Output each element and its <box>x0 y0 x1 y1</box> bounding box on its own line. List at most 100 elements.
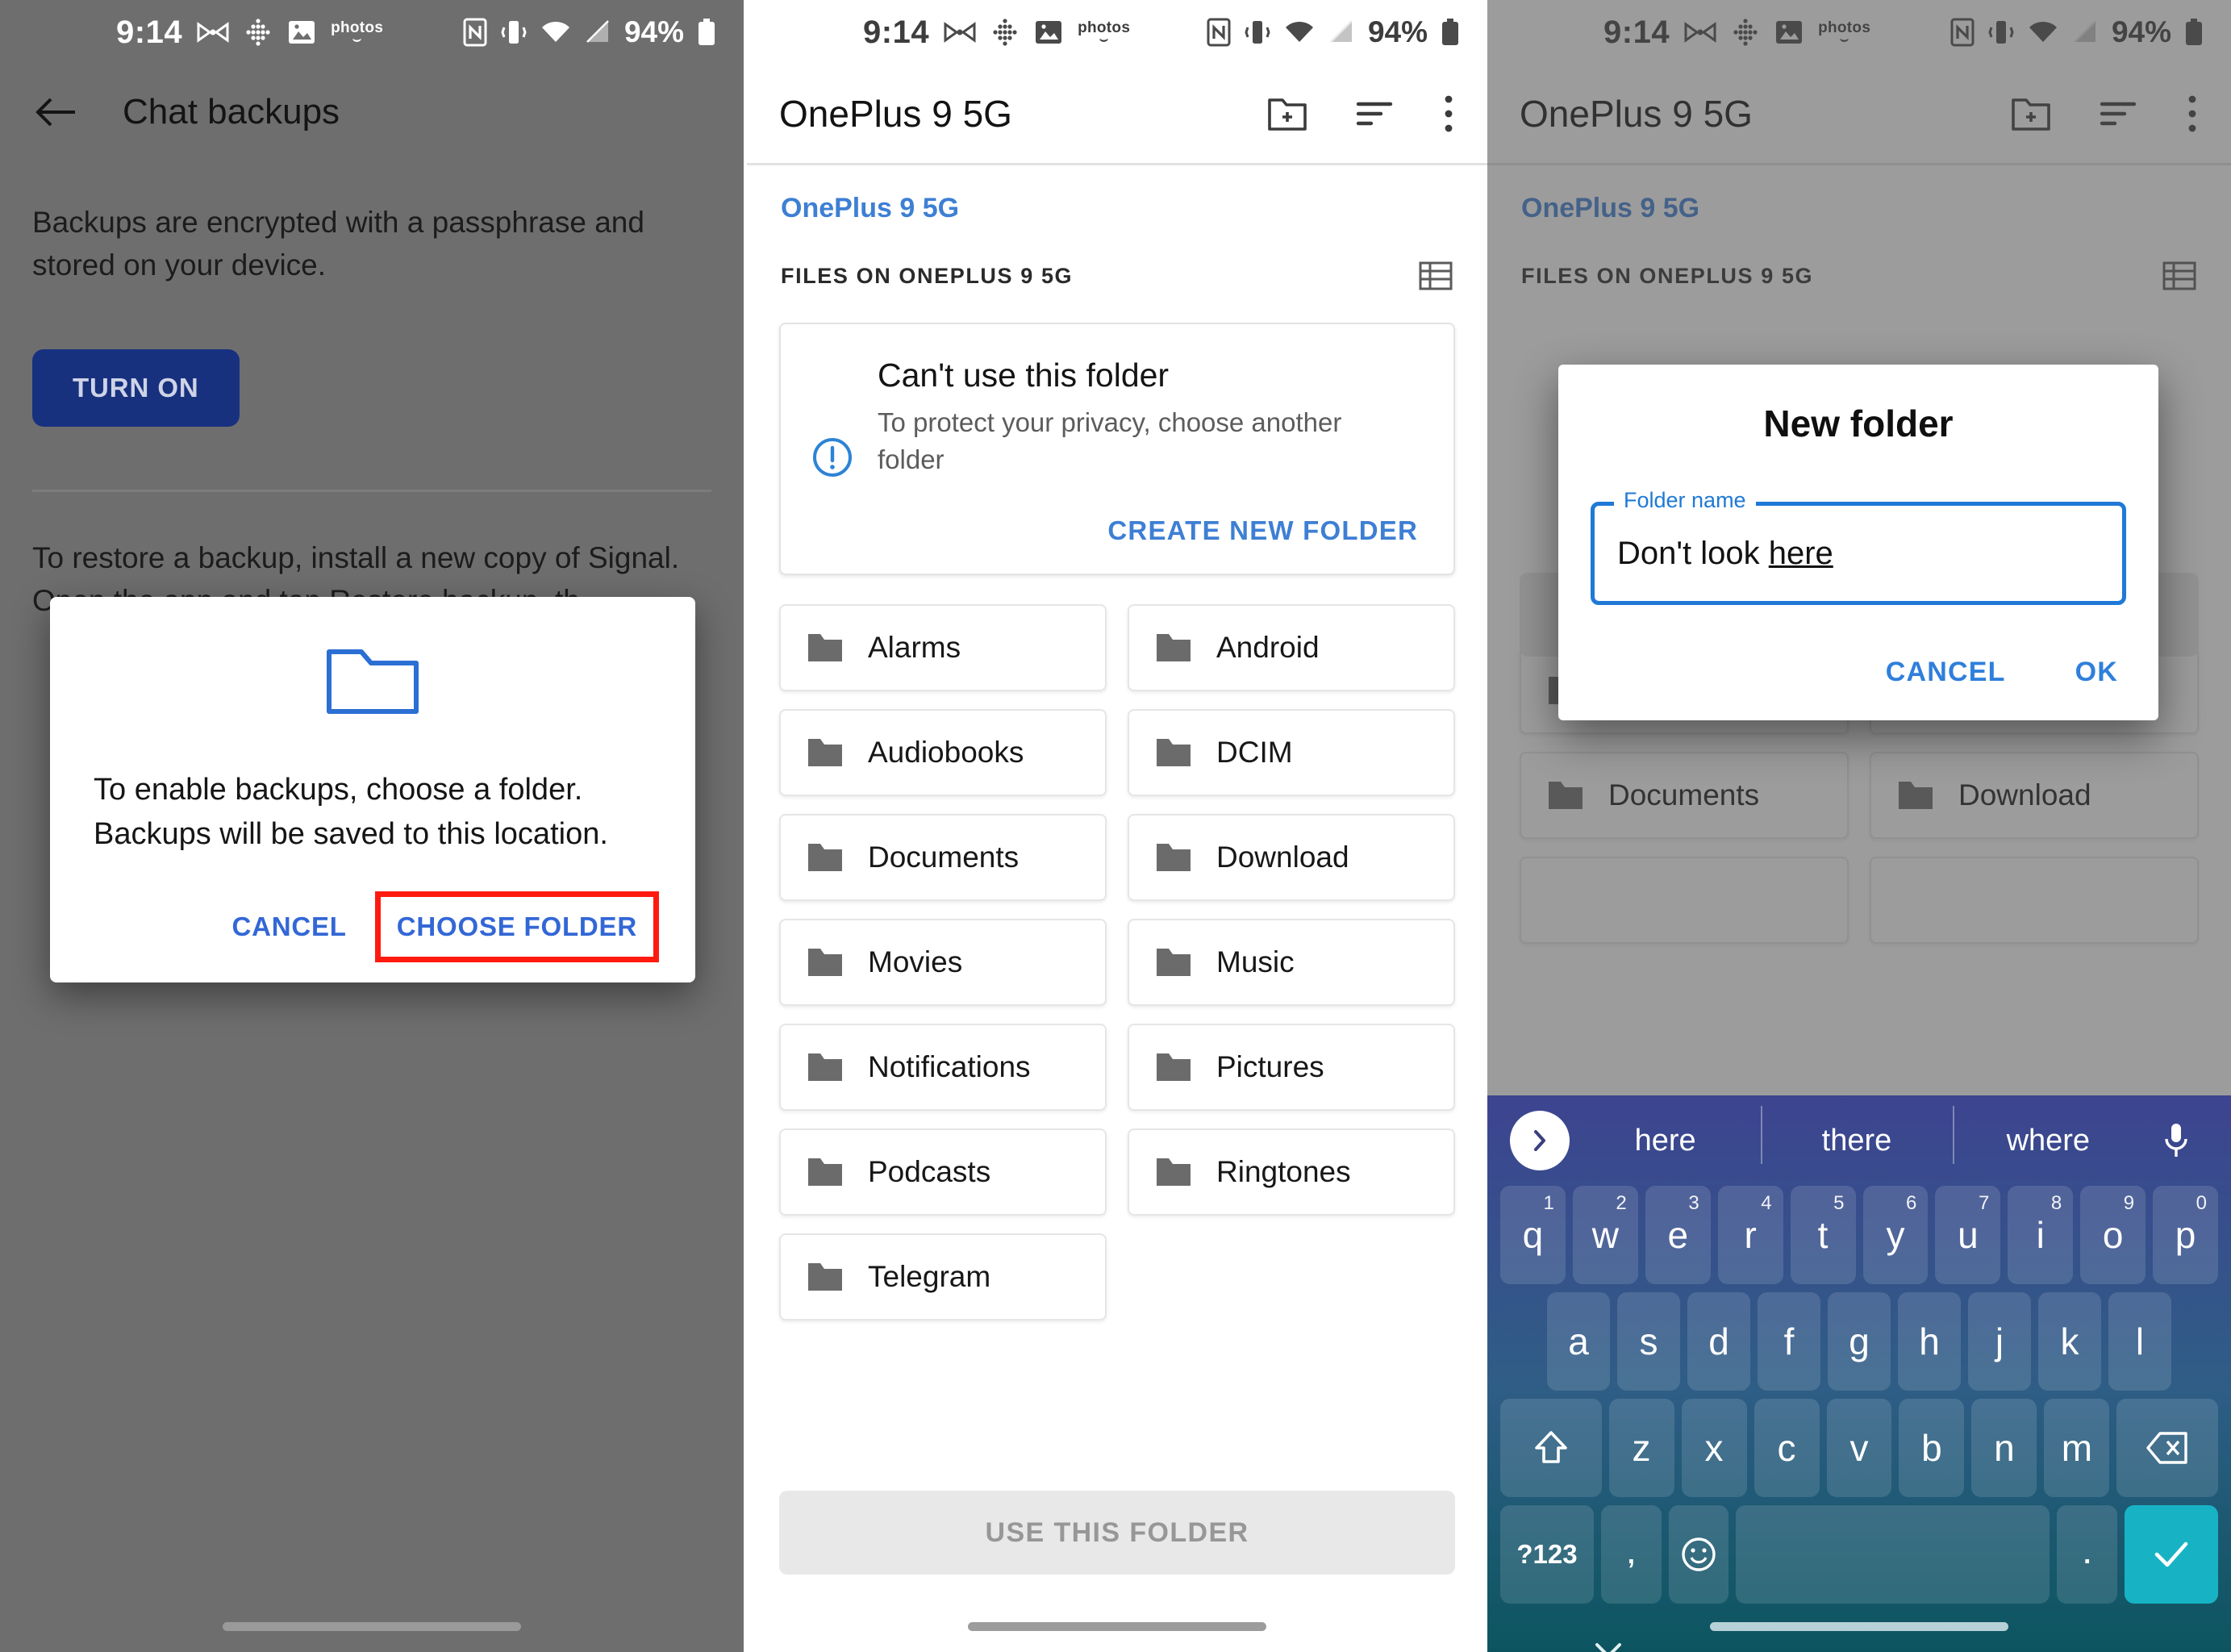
key-s[interactable]: s <box>1617 1292 1680 1391</box>
key-q[interactable]: 1q <box>1499 1186 1566 1284</box>
period-key[interactable]: . <box>2057 1505 2118 1604</box>
battery-icon <box>2184 18 2204 47</box>
new-folder-icon[interactable] <box>2010 95 2052 132</box>
folder-item[interactable]: Notifications <box>779 1024 1107 1112</box>
key-v[interactable]: v <box>1826 1399 1892 1497</box>
folder-item[interactable] <box>1520 857 1849 944</box>
symbols-key[interactable]: ?123 <box>1500 1505 1594 1604</box>
overflow-menu-icon[interactable] <box>1442 94 1455 134</box>
folder-label: Pictures <box>1216 1050 1324 1084</box>
dots-diamond-icon <box>244 18 273 47</box>
folder-item[interactable]: Telegram <box>779 1233 1107 1321</box>
key-m[interactable]: m <box>2044 1399 2110 1497</box>
key-a[interactable]: a <box>1547 1292 1610 1391</box>
folder-item[interactable]: Audiobooks <box>779 709 1107 797</box>
sort-icon[interactable] <box>2099 98 2139 130</box>
comma-key[interactable]: , <box>1600 1505 1662 1604</box>
choose-folder-button[interactable]: CHOOSE FOLDER <box>374 891 660 963</box>
key-d[interactable]: d <box>1687 1292 1750 1391</box>
check-icon[interactable] <box>2125 1505 2218 1604</box>
key-t[interactable]: 5t <box>1790 1186 1856 1284</box>
use-folder-bar: USE THIS FOLDER <box>747 1491 1487 1575</box>
cancel-button[interactable]: CANCEL <box>1878 647 2014 698</box>
nfc-icon <box>1207 18 1231 47</box>
key-b[interactable]: b <box>1899 1399 1965 1497</box>
files-section-header: FILES ON ONEPLUS 9 5G <box>781 263 1074 288</box>
key-f[interactable]: f <box>1758 1292 1820 1391</box>
sort-icon[interactable] <box>1355 98 1395 130</box>
wifi-icon <box>1284 19 1315 45</box>
key-w[interactable]: 2w <box>1572 1186 1638 1284</box>
breadcrumb[interactable]: OnePlus 9 5G <box>747 165 1487 232</box>
key-k[interactable]: k <box>2038 1292 2101 1391</box>
folder-item[interactable]: Movies <box>779 919 1107 1007</box>
folder-item[interactable]: Documents <box>779 814 1107 902</box>
folder-item[interactable]: Android <box>1128 604 1455 692</box>
overflow-menu-icon[interactable] <box>2186 94 2199 134</box>
folder-item[interactable]: Pictures <box>1128 1024 1455 1112</box>
folder-item[interactable]: Download <box>1128 814 1455 902</box>
folder-item[interactable] <box>1870 857 2199 944</box>
backup-description: Backups are encrypted with a passphrase … <box>32 206 644 282</box>
new-folder-icon[interactable] <box>1266 95 1308 132</box>
back-arrow-icon[interactable] <box>29 86 82 139</box>
key-j[interactable]: j <box>1968 1292 2031 1391</box>
wifi-icon <box>540 19 571 45</box>
create-new-folder-button[interactable]: CREATE NEW FOLDER <box>878 507 1423 553</box>
folder-label: Android <box>1216 631 1320 665</box>
folder-item[interactable]: Music <box>1128 919 1455 1007</box>
new-folder-dialog: New folder Folder name Don't look here C… <box>1558 365 2158 720</box>
status-bar-panel2: 9:14 photos ⌣ 94% <box>747 0 1487 65</box>
key-o[interactable]: 9o <box>2080 1186 2146 1284</box>
key-r[interactable]: 4r <box>1717 1186 1783 1284</box>
nfc-icon <box>1950 18 1975 47</box>
panel1-app-bar: Chat backups <box>0 65 744 160</box>
backspace-icon[interactable] <box>2116 1399 2218 1497</box>
folder-item[interactable]: Ringtones <box>1128 1128 1455 1216</box>
key-label: e <box>1667 1214 1689 1256</box>
folder-item[interactable]: Download <box>1870 752 2199 839</box>
key-e[interactable]: 3e <box>1645 1186 1711 1284</box>
folder-icon <box>1547 780 1584 811</box>
space-key[interactable] <box>1736 1505 2050 1604</box>
key-u[interactable]: 7u <box>1935 1186 2001 1284</box>
chevron-right-icon[interactable] <box>1510 1111 1570 1170</box>
turn-on-button[interactable]: TURN ON <box>32 349 240 428</box>
key-n[interactable]: n <box>1971 1399 2037 1497</box>
use-this-folder-button[interactable]: USE THIS FOLDER <box>779 1491 1455 1575</box>
shift-icon[interactable] <box>1500 1399 1602 1497</box>
breadcrumb[interactable]: OnePlus 9 5G <box>1487 165 2231 232</box>
bowtie-icon <box>1684 21 1716 44</box>
ok-button[interactable]: OK <box>2067 647 2126 698</box>
key-p[interactable]: 0p <box>2153 1186 2219 1284</box>
key-l[interactable]: l <box>2108 1292 2171 1391</box>
suggestion-item[interactable]: here <box>1570 1124 1761 1158</box>
cancel-button[interactable]: CANCEL <box>217 899 361 955</box>
suggestion-item[interactable]: there <box>1761 1105 1952 1164</box>
dots-diamond-icon <box>990 18 1020 47</box>
list-view-icon[interactable] <box>2162 260 2197 292</box>
folder-label: Ringtones <box>1216 1155 1351 1189</box>
folder-name-input[interactable]: Folder name Don't look here <box>1591 488 2126 605</box>
key-g[interactable]: g <box>1828 1292 1891 1391</box>
chevron-down-icon[interactable] <box>1591 1639 1626 1652</box>
key-y[interactable]: 6y <box>1862 1186 1929 1284</box>
folder-item[interactable]: Alarms <box>779 604 1107 692</box>
key-x[interactable]: x <box>1681 1399 1747 1497</box>
vibrate-icon <box>500 18 528 47</box>
folder-label: Alarms <box>868 631 961 665</box>
folder-item[interactable]: Podcasts <box>779 1128 1107 1216</box>
files-section-header-row: FILES ON ONEPLUS 9 5G <box>747 232 1487 308</box>
key-c[interactable]: c <box>1754 1399 1820 1497</box>
suggestion-item[interactable]: where <box>1952 1105 2144 1164</box>
emoji-icon[interactable] <box>1668 1505 1729 1604</box>
key-i[interactable]: 8i <box>2008 1186 2074 1284</box>
list-view-icon[interactable] <box>1418 260 1453 292</box>
microphone-icon[interactable] <box>2144 1121 2208 1160</box>
files-section-header: FILES ON ONEPLUS 9 5G <box>1521 263 1814 288</box>
key-h[interactable]: h <box>1898 1292 1961 1391</box>
key-label: u <box>1958 1214 1979 1256</box>
key-z[interactable]: z <box>1608 1399 1674 1497</box>
folder-item[interactable]: DCIM <box>1128 709 1455 797</box>
folder-item[interactable]: Documents <box>1520 752 1849 839</box>
